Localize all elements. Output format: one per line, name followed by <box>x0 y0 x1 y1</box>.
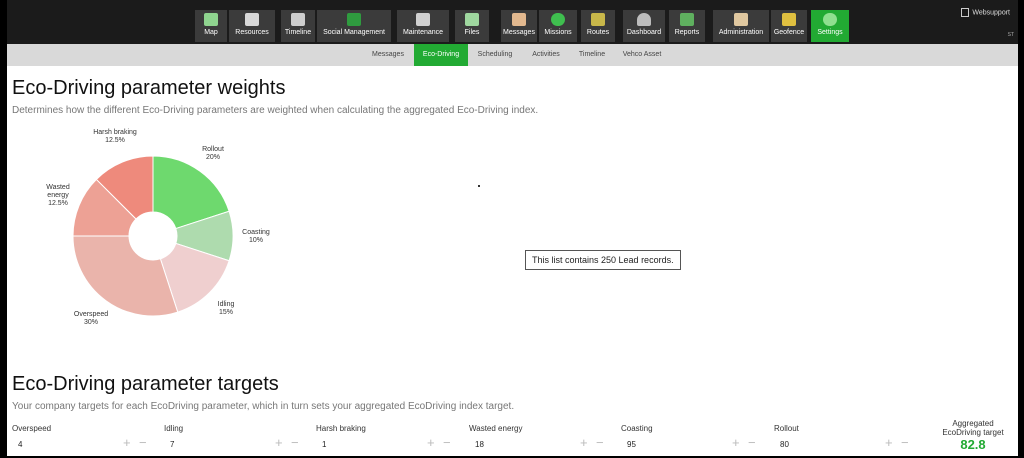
decrement-button[interactable]: − <box>901 435 909 450</box>
user-menu[interactable]: Websupport <box>961 8 1010 17</box>
pie-label-overspeed: Overspeed 30% <box>73 311 109 326</box>
aggregated-target: Aggregated EcoDriving target 82.8 <box>935 419 1011 452</box>
donut-slice-overspeed[interactable] <box>72 235 179 317</box>
pie-label-wasted-energy: Wasted energy 12.5% <box>46 184 70 207</box>
nav-reports[interactable]: Reports <box>669 10 705 42</box>
pie-label-rollout: Rollout 20% <box>202 146 224 161</box>
social-icon <box>347 13 361 26</box>
decrement-button[interactable]: − <box>139 435 147 450</box>
envelope-icon <box>512 13 526 26</box>
eco-driving-donut-chart <box>72 155 234 317</box>
sub-navigation: Messages Eco-Driving Scheduling Activiti… <box>7 44 1018 66</box>
nav-settings[interactable]: Settings <box>811 10 849 42</box>
increment-button[interactable]: + <box>580 435 588 450</box>
target-name: Idling <box>164 424 184 433</box>
timeline-icon <box>291 13 305 26</box>
target-idling: Idling 7 + − <box>164 421 314 453</box>
missions-icon <box>551 13 565 26</box>
increment-button[interactable]: + <box>427 435 435 450</box>
decrement-button[interactable]: − <box>596 435 604 450</box>
target-name: Overspeed <box>12 424 52 433</box>
target-name: Wasted energy <box>469 424 523 433</box>
subtab-eco-driving[interactable]: Eco-Driving <box>414 44 468 66</box>
target-value[interactable]: 7 <box>170 440 174 449</box>
subtab-vehco-asset[interactable]: Vehco Asset <box>617 44 667 66</box>
nav-maintenance[interactable]: Maintenance <box>397 10 449 42</box>
aggregated-target-label: Aggregated EcoDriving target <box>942 419 1004 437</box>
clipboard-icon <box>734 13 748 26</box>
increment-button[interactable]: + <box>123 435 131 450</box>
user-subtext: ST <box>1007 32 1014 38</box>
subtab-activities[interactable]: Activities <box>525 44 567 66</box>
pie-label-coasting: Coasting 10% <box>242 229 270 244</box>
target-value[interactable]: 4 <box>18 440 22 449</box>
targets-description: Your company targets for each EcoDriving… <box>12 401 515 412</box>
pie-label-harsh-braking: Harsh braking 12.5% <box>93 129 137 144</box>
nav-messages[interactable]: Messages <box>501 10 537 42</box>
decrement-button[interactable]: − <box>443 435 451 450</box>
weights-description: Determines how the different Eco-Driving… <box>12 105 539 116</box>
nav-administration[interactable]: Administration <box>713 10 769 42</box>
nav-dashboard[interactable]: Dashboard <box>623 10 665 42</box>
nav-files[interactable]: Files <box>455 10 489 42</box>
nav-geofence[interactable]: Geofence <box>771 10 807 42</box>
targets-title: Eco-Driving parameter targets <box>12 373 279 395</box>
subtab-timeline[interactable]: Timeline <box>573 44 611 66</box>
weights-title: Eco-Driving parameter weights <box>12 77 286 99</box>
target-name: Coasting <box>621 424 653 433</box>
nav-resources[interactable]: Resources <box>229 10 275 42</box>
target-rollout: Rollout 80 + − <box>774 421 924 453</box>
gauge-icon <box>637 13 651 26</box>
target-harsh-braking: Harsh braking 1 + − <box>316 421 466 453</box>
target-overspeed: Overspeed 4 + − <box>12 421 162 453</box>
target-value[interactable]: 95 <box>627 440 636 449</box>
aggregated-target-value: 82.8 <box>960 437 986 452</box>
nav-missions[interactable]: Missions <box>539 10 577 42</box>
files-icon <box>465 13 479 26</box>
increment-button[interactable]: + <box>732 435 740 450</box>
target-value[interactable]: 80 <box>780 440 789 449</box>
increment-button[interactable]: + <box>885 435 893 450</box>
subtab-scheduling[interactable]: Scheduling <box>472 44 518 66</box>
resources-icon <box>245 13 259 26</box>
cursor-dot <box>478 185 480 187</box>
subtab-messages[interactable]: Messages <box>367 44 409 66</box>
target-coasting: Coasting 95 + − <box>621 421 771 453</box>
reports-icon <box>680 13 694 26</box>
pie-label-idling: Idling 15% <box>217 301 235 316</box>
routes-icon <box>591 13 605 26</box>
gear-icon <box>823 13 837 26</box>
nav-social-management[interactable]: Social Management <box>317 10 391 42</box>
map-icon <box>204 13 218 26</box>
nav-timeline[interactable]: Timeline <box>281 10 315 42</box>
maintenance-icon <box>416 13 430 26</box>
user-icon <box>961 8 970 17</box>
target-name: Rollout <box>774 424 799 433</box>
geofence-icon <box>782 13 796 26</box>
decrement-button[interactable]: − <box>748 435 756 450</box>
target-wasted-energy: Wasted energy 18 + − <box>469 421 619 453</box>
increment-button[interactable]: + <box>275 435 283 450</box>
nav-routes[interactable]: Routes <box>581 10 615 42</box>
target-name: Harsh braking <box>316 424 366 433</box>
decrement-button[interactable]: − <box>291 435 299 450</box>
nav-map[interactable]: Map <box>195 10 227 42</box>
target-value[interactable]: 18 <box>475 440 484 449</box>
records-tooltip: This list contains 250 Lead records. <box>525 250 681 270</box>
app-window: Map Resources Timeline Social Management… <box>7 0 1018 456</box>
target-value[interactable]: 1 <box>322 440 326 449</box>
top-navigation-bar: Map Resources Timeline Social Management… <box>7 0 1018 44</box>
